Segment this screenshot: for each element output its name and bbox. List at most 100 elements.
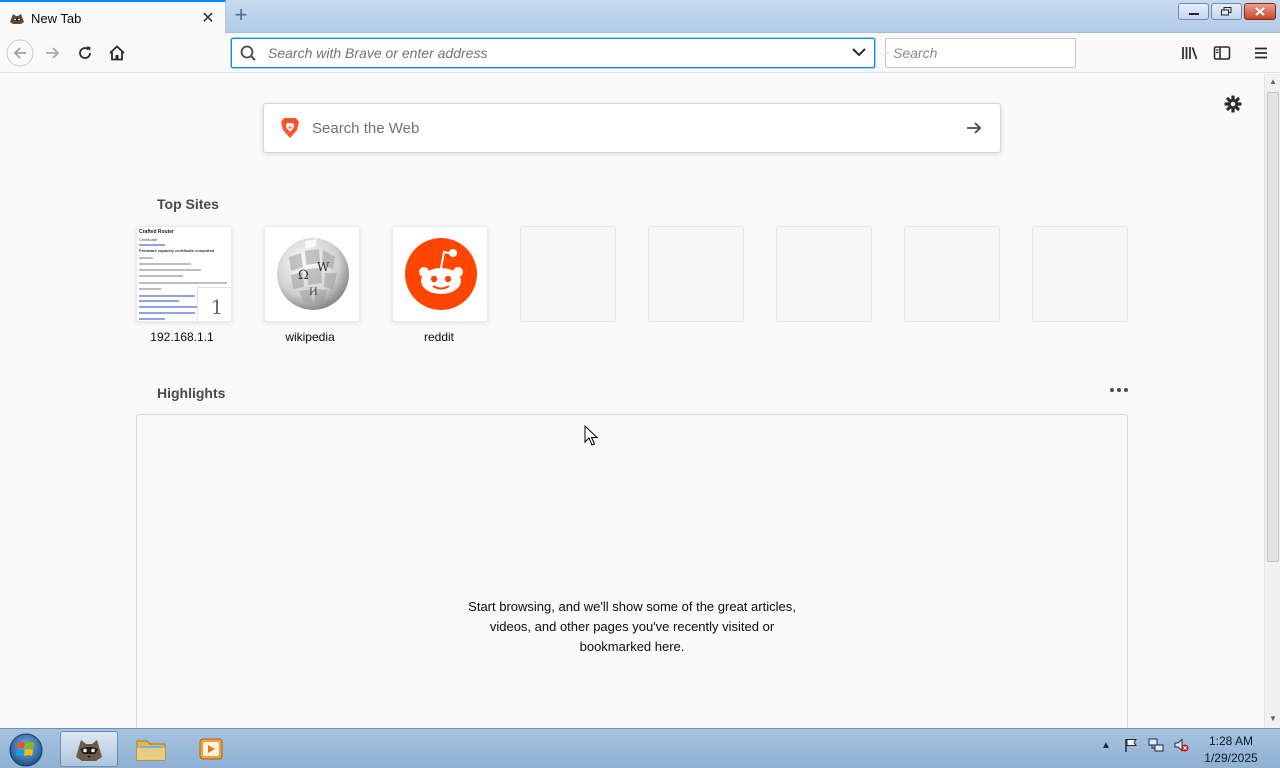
tab-close-icon[interactable]: ✕ bbox=[197, 7, 219, 29]
tab-strip: New Tab ✕ + bbox=[0, 0, 1280, 34]
scroll-up-icon[interactable]: ▲ bbox=[1268, 77, 1278, 87]
top-site-label: reddit bbox=[423, 330, 455, 344]
windows-taskbar: ▲ 1:28 AM 1/29/2025 bbox=[0, 728, 1280, 768]
close-icon bbox=[1255, 7, 1265, 16]
minimize-button[interactable] bbox=[1178, 3, 1209, 20]
thumbnail-link-line bbox=[139, 306, 197, 308]
empty-message-line: Start browsing, and we'll show some of t… bbox=[468, 599, 796, 614]
hamburger-menu-icon bbox=[1255, 47, 1267, 59]
scroll-down-icon[interactable]: ▼ bbox=[1268, 714, 1278, 724]
empty-message-line: bookmarked here. bbox=[579, 639, 685, 654]
thumbnail-text-line bbox=[139, 288, 161, 290]
svg-text:W: W bbox=[317, 260, 330, 274]
new-tab-page: Top Sites Crafted Router Certificate Fir… bbox=[0, 74, 1264, 728]
home-button[interactable] bbox=[102, 38, 132, 68]
thumbnail-line: Firmware capacity certificate computed bbox=[139, 248, 215, 253]
tab-title: New Tab bbox=[31, 10, 82, 26]
brave-lion-icon bbox=[281, 118, 299, 138]
search-submit-button[interactable] bbox=[954, 108, 994, 148]
top-site-tile-empty[interactable] bbox=[776, 226, 872, 322]
clock-date: 1/29/2025 bbox=[1204, 751, 1258, 765]
close-window-button[interactable] bbox=[1244, 3, 1276, 20]
show-hidden-icons-icon[interactable]: ▲ bbox=[1098, 737, 1114, 753]
top-site-tile-empty[interactable] bbox=[904, 226, 1000, 322]
url-input[interactable] bbox=[262, 45, 844, 61]
thumbnail-link-line bbox=[139, 312, 195, 314]
library-button[interactable] bbox=[1175, 38, 1205, 68]
vertical-scrollbar[interactable]: ▲ ▼ bbox=[1264, 74, 1280, 728]
back-arrow-icon bbox=[6, 39, 34, 67]
top-site-tile-wikipedia[interactable]: Ω W И bbox=[264, 226, 360, 322]
thumbnail-text-line bbox=[139, 282, 227, 284]
thumbnail-sub: Certificate bbox=[139, 237, 158, 242]
more-options-icon[interactable] bbox=[1110, 385, 1130, 395]
top-site-label: wikipedia bbox=[285, 330, 335, 344]
top-sites-heading: Top Sites bbox=[157, 196, 219, 212]
media-player-icon bbox=[199, 738, 223, 760]
top-site-tile-reddit[interactable] bbox=[392, 226, 488, 322]
taskbar-clock[interactable]: 1:28 AM 1/29/2025 bbox=[1196, 733, 1266, 767]
web-search-input[interactable] bbox=[312, 119, 954, 137]
nav-toolbar bbox=[0, 33, 1280, 73]
sidebar-icon bbox=[1213, 46, 1231, 60]
taskbar-media-player[interactable] bbox=[182, 731, 240, 767]
top-site-tile-empty[interactable] bbox=[648, 226, 744, 322]
window-controls bbox=[1178, 3, 1276, 20]
thumbnail-heading: Crafted Router bbox=[139, 229, 175, 235]
folder-icon bbox=[136, 740, 166, 761]
url-bar[interactable] bbox=[231, 38, 875, 68]
arrow-right-icon bbox=[967, 122, 982, 134]
windows-start-icon[interactable] bbox=[4, 731, 46, 768]
wikipedia-globe-icon: Ω W И bbox=[277, 238, 349, 310]
clock-time: 1:28 AM bbox=[1208, 734, 1254, 748]
back-button[interactable] bbox=[5, 38, 35, 68]
search-icon bbox=[240, 45, 256, 61]
top-site-tile-empty[interactable] bbox=[520, 226, 616, 322]
thumbnail-link-line bbox=[139, 318, 165, 320]
svg-text:Ω: Ω bbox=[298, 268, 309, 283]
thumbnail-text-line bbox=[139, 257, 153, 259]
taskbar-browser[interactable] bbox=[60, 731, 118, 767]
pin-badge: 1 bbox=[197, 287, 231, 321]
raccoon-favicon-icon bbox=[10, 14, 24, 24]
empty-message-line: videos, and other pages you've recently … bbox=[489, 619, 775, 634]
sidebar-button[interactable] bbox=[1207, 38, 1237, 68]
highlights-heading: Highlights bbox=[157, 385, 226, 401]
thumbnail-text-line bbox=[139, 263, 191, 265]
thumbnail-link-line bbox=[139, 295, 195, 297]
reload-button[interactable] bbox=[70, 38, 100, 68]
search-bar[interactable] bbox=[885, 38, 1076, 68]
forward-arrow-icon bbox=[46, 47, 60, 59]
minimize-icon bbox=[1188, 12, 1199, 15]
maximize-button[interactable] bbox=[1211, 3, 1242, 20]
tab-new-tab[interactable]: New Tab ✕ bbox=[0, 0, 226, 34]
network-icon[interactable] bbox=[1148, 737, 1164, 753]
thumbnail-text-line bbox=[139, 275, 183, 277]
action-center-flag-icon[interactable] bbox=[1123, 737, 1139, 753]
scrollbar-thumb[interactable] bbox=[1267, 92, 1279, 562]
top-site-tile-empty[interactable] bbox=[1032, 226, 1128, 322]
reddit-logo-icon bbox=[405, 238, 477, 310]
highlights-panel: Start browsing, and we'll show some of t… bbox=[136, 414, 1128, 728]
highlights-empty-message: Start browsing, and we'll show some of t… bbox=[137, 597, 1127, 657]
system-tray: ▲ bbox=[1098, 737, 1189, 753]
top-site-tile-router[interactable]: Crafted Router Certificate Firmware capa… bbox=[136, 226, 232, 322]
mouse-cursor-icon bbox=[584, 425, 598, 446]
top-site-label: 192.168.1.1 bbox=[150, 330, 214, 344]
home-icon bbox=[109, 45, 125, 61]
raccoon-browser-icon bbox=[76, 740, 102, 761]
menu-button[interactable] bbox=[1246, 38, 1276, 68]
library-icon bbox=[1182, 47, 1198, 60]
new-tab-button[interactable]: + bbox=[229, 4, 253, 28]
web-search-box[interactable] bbox=[263, 103, 1001, 153]
chevron-down-icon[interactable] bbox=[844, 39, 874, 67]
thumbnail-link-line bbox=[139, 244, 165, 246]
search-input[interactable] bbox=[889, 45, 1075, 61]
thumbnail-text-line bbox=[139, 269, 201, 271]
reload-icon bbox=[79, 46, 91, 59]
volume-muted-icon[interactable] bbox=[1173, 737, 1189, 753]
forward-button[interactable] bbox=[38, 38, 68, 68]
gear-icon[interactable] bbox=[1222, 93, 1244, 115]
thumbnail-link-line bbox=[139, 300, 179, 302]
taskbar-explorer[interactable] bbox=[122, 731, 180, 767]
